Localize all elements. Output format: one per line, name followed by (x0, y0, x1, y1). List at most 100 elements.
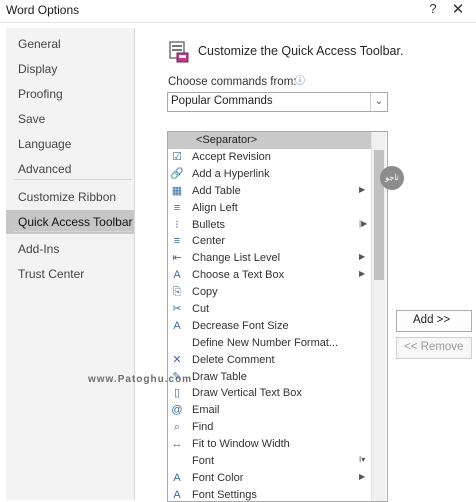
sidebar-item-customize-ribbon[interactable]: Customize Ribbon (6, 185, 134, 209)
add-button-label: Add >> (413, 314, 451, 326)
sidebar-item-label: Save (18, 112, 46, 126)
command-item[interactable]: ↔ Fit to Window Width (168, 436, 371, 453)
remove-button-label: << Remove (404, 341, 464, 353)
command-icon: ⌕ (173, 421, 181, 433)
command-label: Draw Vertical Text Box (192, 387, 302, 399)
command-icon: A (173, 320, 181, 332)
qat-panel: Customize the Quick Access Toolbar. Choo… (140, 28, 476, 502)
choose-commands-label: Choose commands from: (168, 76, 297, 88)
command-item[interactable]: A Choose a Text Box ▶ (168, 267, 371, 284)
command-item[interactable]: @ Email (168, 402, 371, 419)
window-title: Word Options (6, 3, 80, 17)
command-label: <Separator> (196, 134, 258, 146)
command-icon: ▯ (173, 387, 181, 399)
command-item[interactable]: ≡ Align Left (168, 200, 371, 217)
command-item[interactable]: ✎ Draw Table (168, 369, 371, 386)
command-label: Change List Level (192, 252, 281, 264)
command-label: Add a Hyperlink (192, 168, 270, 180)
options-sidebar: General Display Proofing Save Language Advanc… (6, 28, 135, 500)
sidebar-divider (14, 179, 132, 180)
sidebar-item-trust-center[interactable]: Trust Center (6, 262, 134, 286)
command-item[interactable]: ⎘ Copy (168, 284, 371, 301)
command-item[interactable]: ✂ Cut (168, 301, 371, 318)
sidebar-item-language[interactable]: Language (6, 132, 134, 156)
command-label: Font (192, 455, 215, 467)
close-button[interactable]: ✕ (448, 0, 468, 20)
command-icon: ⇤ (172, 252, 182, 264)
command-icon: ✂ (172, 303, 182, 315)
command-icon: ☑ (172, 151, 182, 163)
submenu-arrow-icon: ▶ (359, 252, 366, 261)
command-item[interactable]: ⁝ Bullets |▶ (168, 217, 371, 234)
command-item[interactable]: A Font Color ▶ (168, 470, 371, 487)
watermark: www.Patoghu.com (88, 374, 193, 385)
command-label: Email (192, 404, 220, 416)
command-icon: @ (171, 404, 183, 416)
command-item[interactable]: ✕ Delete Comment (168, 352, 371, 369)
sidebar-item-proofing[interactable]: Proofing (6, 82, 134, 106)
sidebar-item-label: Advanced (18, 162, 72, 176)
sidebar-item-label: Display (18, 62, 58, 76)
info-icon[interactable]: ⓘ (295, 76, 306, 87)
command-label: Font Settings (192, 489, 257, 501)
command-icon: A (173, 269, 181, 281)
command-item[interactable]: Font I▾ (168, 453, 371, 470)
command-label: Choose a Text Box (192, 269, 285, 281)
sidebar-item-label: Add-Ins (18, 242, 60, 256)
submenu-arrow-icon: ▶ (359, 269, 366, 278)
remove-button[interactable]: << Remove (396, 337, 472, 359)
sidebar-item-add-ins[interactable]: Add-Ins (6, 237, 134, 261)
command-item[interactable]: ☑ Accept Revision (168, 149, 371, 166)
sidebar-item-label: Quick Access Toolbar (18, 215, 133, 229)
command-label: Center (192, 235, 226, 247)
command-icon: ✕ (172, 354, 182, 366)
command-item[interactable]: ▯ Draw Vertical Text Box (168, 385, 371, 402)
commands-list[interactable]: <Separator> ☑ Accept Revision 🔗 Add a Hyperl… (167, 131, 388, 502)
sidebar-item-label: Language (18, 137, 72, 151)
command-item[interactable]: 🔗 Add a Hyperlink (168, 166, 371, 183)
command-label: Decrease Font Size (192, 320, 289, 332)
command-icon: ⎘ (172, 286, 182, 298)
command-label: Cut (192, 303, 210, 315)
sidebar-item-save[interactable]: Save (6, 107, 134, 131)
chevron-down-icon[interactable]: ⌄ (370, 93, 387, 111)
command-item[interactable]: A Decrease Font Size (168, 318, 371, 335)
choose-commands-dropdown[interactable]: Popular Commands ⌄ (167, 92, 388, 112)
panel-heading: Customize the Quick Access Toolbar. (198, 44, 404, 58)
command-label: Add Table (192, 185, 241, 197)
command-item[interactable]: ▦ Add Table ▶ (168, 183, 371, 200)
command-label: Bullets (192, 219, 226, 231)
sidebar-item-advanced[interactable]: Advanced (6, 157, 134, 181)
command-item[interactable]: ⇤ Change List Level ▶ (168, 250, 371, 267)
sidebar-item-label: Proofing (18, 87, 63, 101)
submenu-arrow-icon: |▶ (359, 219, 368, 228)
sidebar-item-display[interactable]: Display (6, 57, 134, 81)
command-label: Font Color (192, 472, 244, 484)
command-label: Delete Comment (192, 354, 275, 366)
command-label: Define New Number Format... (192, 337, 339, 349)
command-icon: 🔗 (170, 168, 184, 180)
command-icon: ▦ (171, 185, 183, 197)
command-label: Copy (192, 286, 218, 298)
help-button[interactable]: ? (424, 1, 442, 19)
command-icon: A (173, 472, 181, 484)
sidebar-item-label: Trust Center (18, 267, 85, 281)
command-label: Draw Table (192, 371, 247, 383)
command-label: Align Left (192, 202, 238, 214)
command-item[interactable]: ≡ Center (168, 233, 371, 250)
command-item[interactable]: ⌕ Find (168, 419, 371, 436)
command-label: Find (192, 421, 214, 433)
sidebar-item-label: Customize Ribbon (18, 190, 117, 204)
submenu-arrow-icon: I▾ (359, 455, 366, 464)
quick-access-toolbar-icon (169, 41, 189, 63)
sidebar-divider (14, 231, 132, 232)
command-icon: ≡ (173, 235, 181, 247)
command-icon: ≡ (173, 202, 181, 214)
sidebar-item-general[interactable]: General (6, 32, 134, 56)
submenu-arrow-icon: ▶ (359, 185, 366, 194)
command-item[interactable]: <Separator> (168, 132, 371, 149)
command-label: Accept Revision (192, 151, 271, 163)
command-item[interactable]: Define New Number Format... (168, 335, 371, 352)
site-logo: تاجو (380, 166, 404, 190)
add-button[interactable]: Add >> (396, 310, 472, 332)
